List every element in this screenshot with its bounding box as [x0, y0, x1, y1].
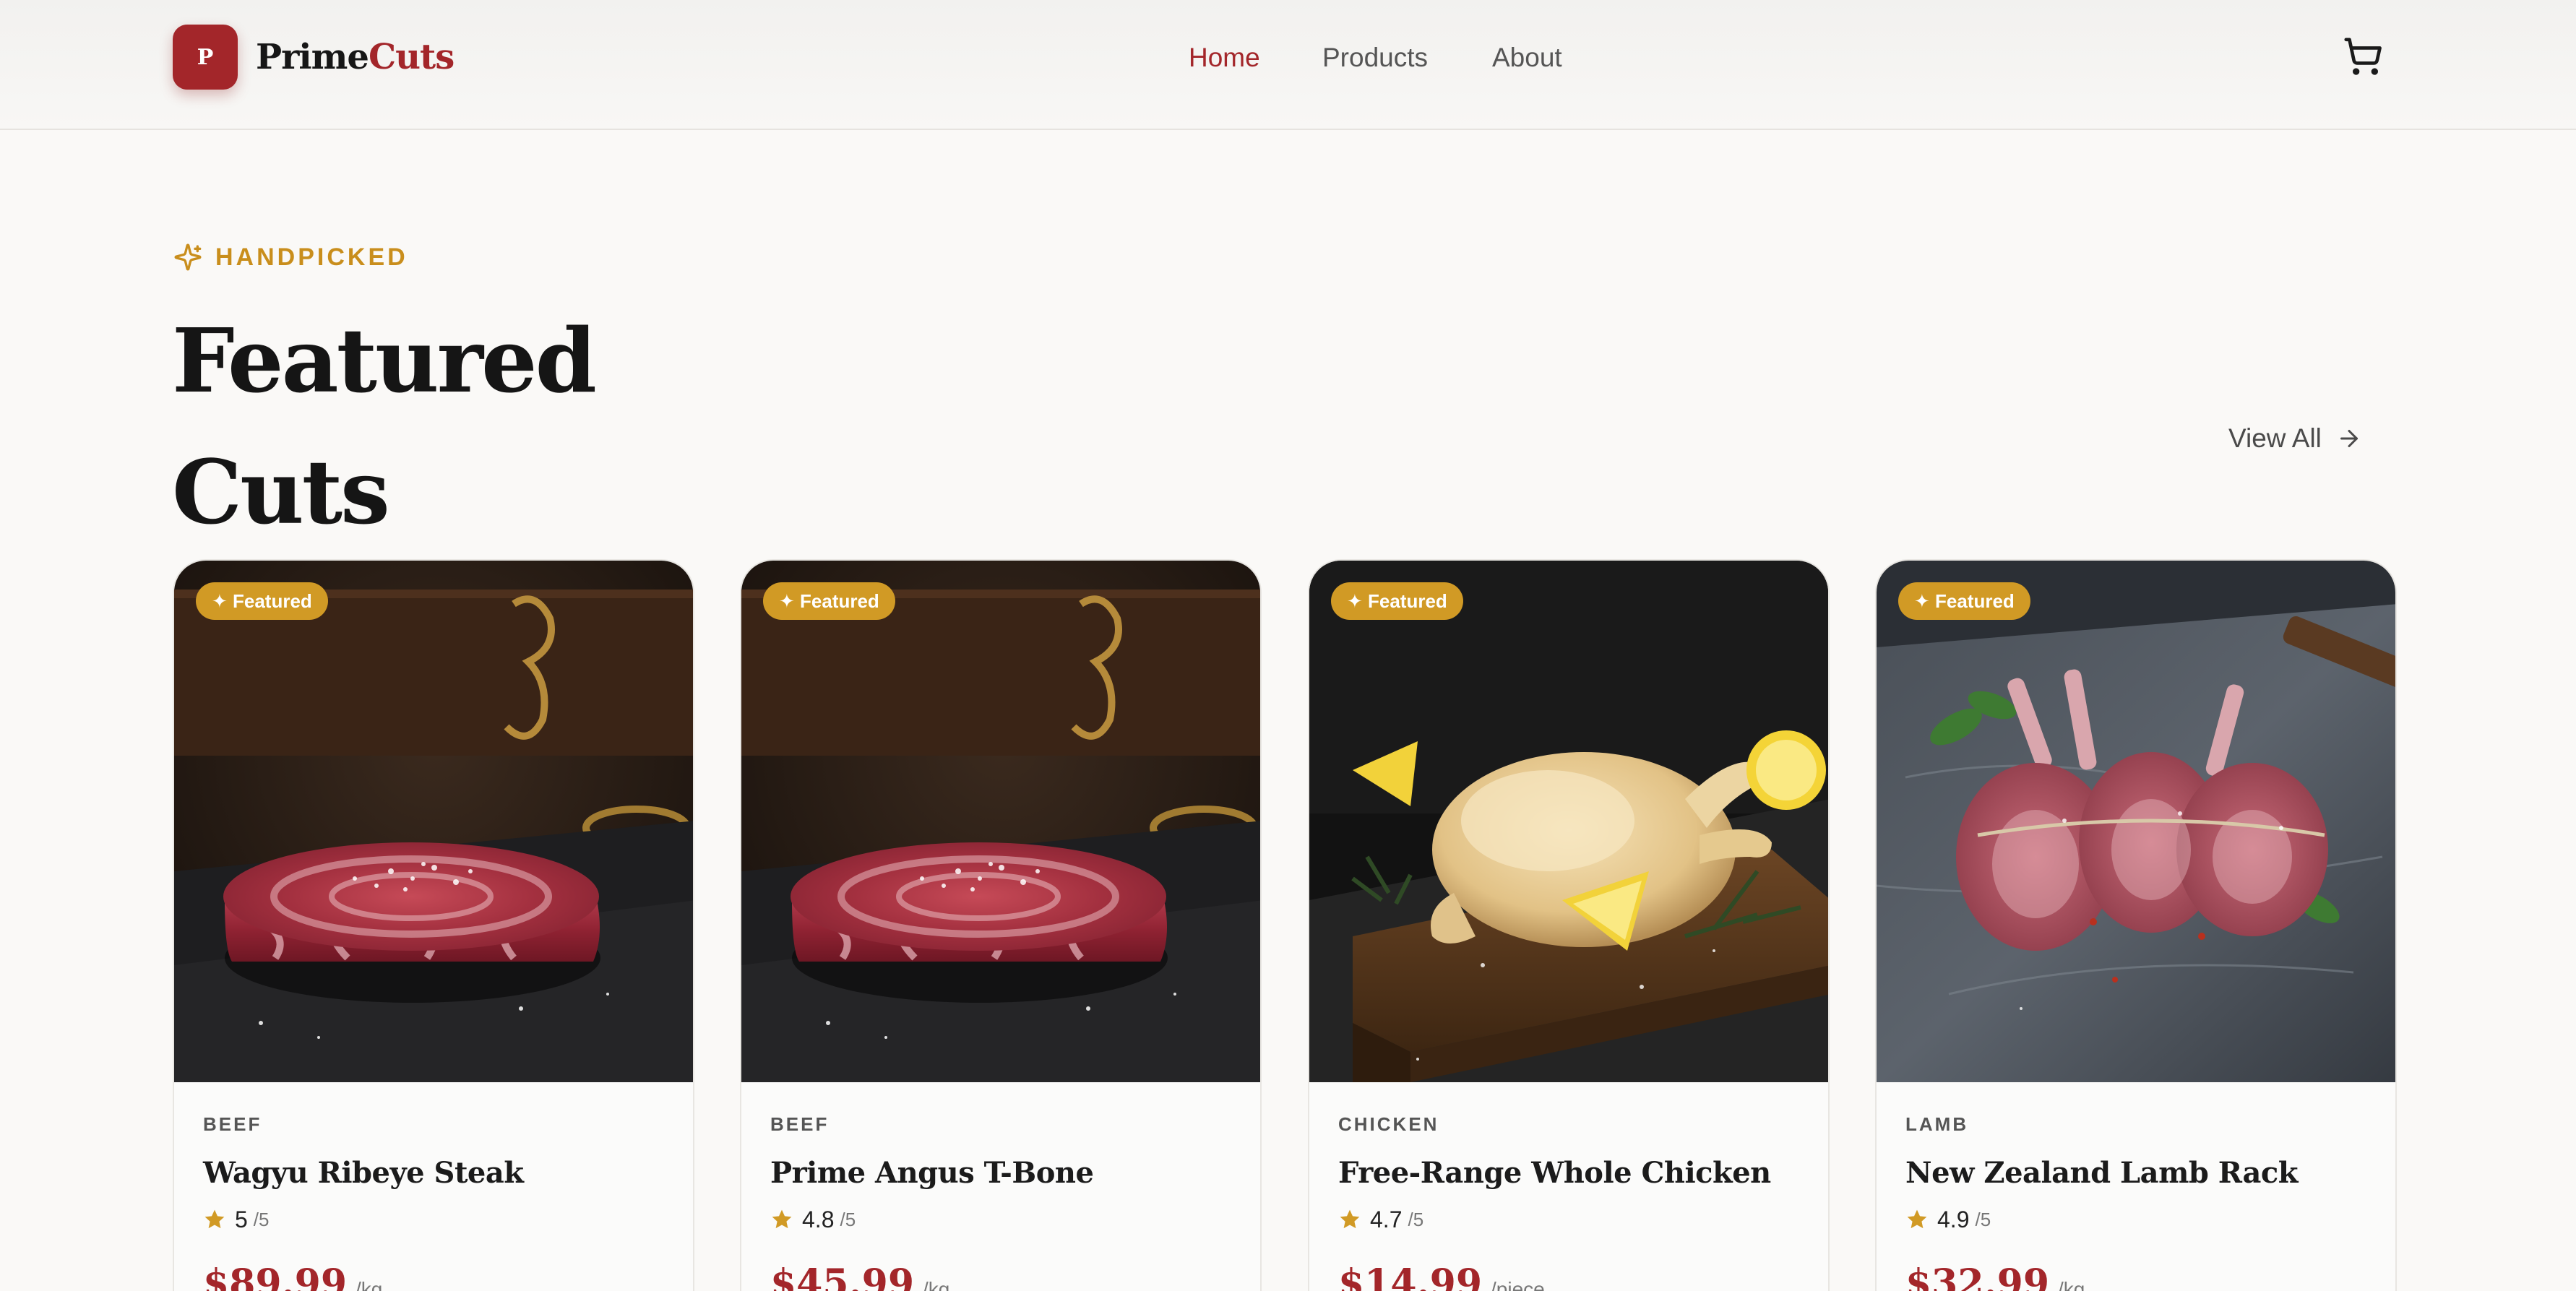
price-row: $14.99 /piece	[1338, 1261, 1545, 1291]
product-rating: 4.7 /5	[1338, 1205, 1423, 1234]
shopping-cart-icon[interactable]	[2343, 36, 2383, 77]
product-card[interactable]: ✦ Featured LAMB New Zealand Lamb Rack 4.…	[1875, 559, 2397, 1291]
nav-about[interactable]: About	[1492, 40, 1562, 75]
whole-chicken-photo[interactable]: ✦ Featured	[1309, 561, 1828, 1082]
product-card[interactable]: ✦ Featured BEEF Prime Angus T-Bone 4.8 /…	[740, 559, 1262, 1291]
section-title-line1: Featured	[172, 308, 597, 413]
product-rating: 4.8 /5	[770, 1205, 856, 1234]
logo-accent: Cuts	[368, 37, 455, 77]
featured-badge: ✦ Featured	[1898, 582, 2030, 620]
price-unit: /kg	[923, 1278, 950, 1291]
logo-badge[interactable]: P	[173, 25, 238, 90]
logo-wordmark[interactable]: PrimeCuts	[256, 32, 455, 82]
price-unit: /kg	[2058, 1278, 2085, 1291]
rating-max: /5	[840, 1208, 856, 1230]
arrow-right-icon	[2340, 430, 2358, 447]
product-name[interactable]: Prime Angus T-Bone	[770, 1153, 1094, 1193]
section-eyebrow: HANDPICKED	[215, 243, 408, 271]
product-category: CHICKEN	[1338, 1113, 1439, 1135]
rating-max: /5	[253, 1208, 270, 1230]
sparkles-icon	[173, 243, 202, 272]
product-price: $32.99	[1905, 1261, 2050, 1291]
featured-badge: ✦ Featured	[763, 582, 895, 620]
star-icon	[772, 1209, 792, 1229]
price-unit: /piece	[1491, 1278, 1545, 1291]
lamb-rack-photo[interactable]: ✦ Featured	[1877, 561, 2395, 1082]
rating-value: 4.8	[802, 1206, 835, 1232]
product-price: $89.99	[203, 1261, 348, 1291]
rating-value: 4.7	[1370, 1206, 1403, 1232]
section-title-line2: Cuts	[172, 440, 390, 544]
product-name[interactable]: Wagyu Ribeye Steak	[203, 1153, 524, 1193]
nav-home[interactable]: Home	[1189, 40, 1260, 75]
section-title: Featured Cuts	[172, 295, 678, 558]
view-all-label: View All	[2228, 423, 2322, 453]
product-rating: 4.9 /5	[1905, 1205, 1991, 1234]
product-price: $45.99	[770, 1261, 915, 1291]
rating-value: 5	[235, 1206, 248, 1232]
rating-value: 4.9	[1937, 1206, 1970, 1232]
rating-max: /5	[1408, 1208, 1424, 1230]
star-icon	[204, 1209, 225, 1229]
product-name[interactable]: New Zealand Lamb Rack	[1905, 1153, 2298, 1193]
product-category: BEEF	[203, 1113, 262, 1135]
product-card[interactable]: ✦ Featured BEEF Wagyu Ribeye Steak 5 /5 …	[173, 559, 694, 1291]
star-icon	[1340, 1209, 1360, 1229]
featured-badge: ✦ Featured	[196, 582, 328, 620]
product-category: LAMB	[1905, 1113, 1969, 1135]
product-rating: 5 /5	[203, 1205, 269, 1234]
view-all-link[interactable]: View All	[2228, 420, 2362, 457]
featured-badge: ✦ Featured	[1331, 582, 1463, 620]
price-row: $32.99 /kg	[1905, 1261, 2085, 1291]
ribeye-steak-photo[interactable]: ✦ Featured	[741, 561, 1260, 1082]
product-price: $14.99	[1338, 1261, 1483, 1291]
product-name[interactable]: Free-Range Whole Chicken	[1338, 1153, 1771, 1193]
ribeye-steak-photo[interactable]: ✦ Featured	[174, 561, 693, 1082]
nav-products[interactable]: Products	[1322, 40, 1428, 75]
rating-max: /5	[1975, 1208, 1991, 1230]
star-icon	[1907, 1209, 1927, 1229]
logo-primary: Prime	[256, 37, 369, 77]
product-category: BEEF	[770, 1113, 830, 1135]
price-row: $89.99 /kg	[203, 1261, 382, 1291]
price-row: $45.99 /kg	[770, 1261, 949, 1291]
price-unit: /kg	[356, 1278, 383, 1291]
site-header: P PrimeCuts Home Products About	[0, 0, 2576, 130]
product-card[interactable]: ✦ Featured CHICKEN Free-Range Whole Chic…	[1308, 559, 1830, 1291]
